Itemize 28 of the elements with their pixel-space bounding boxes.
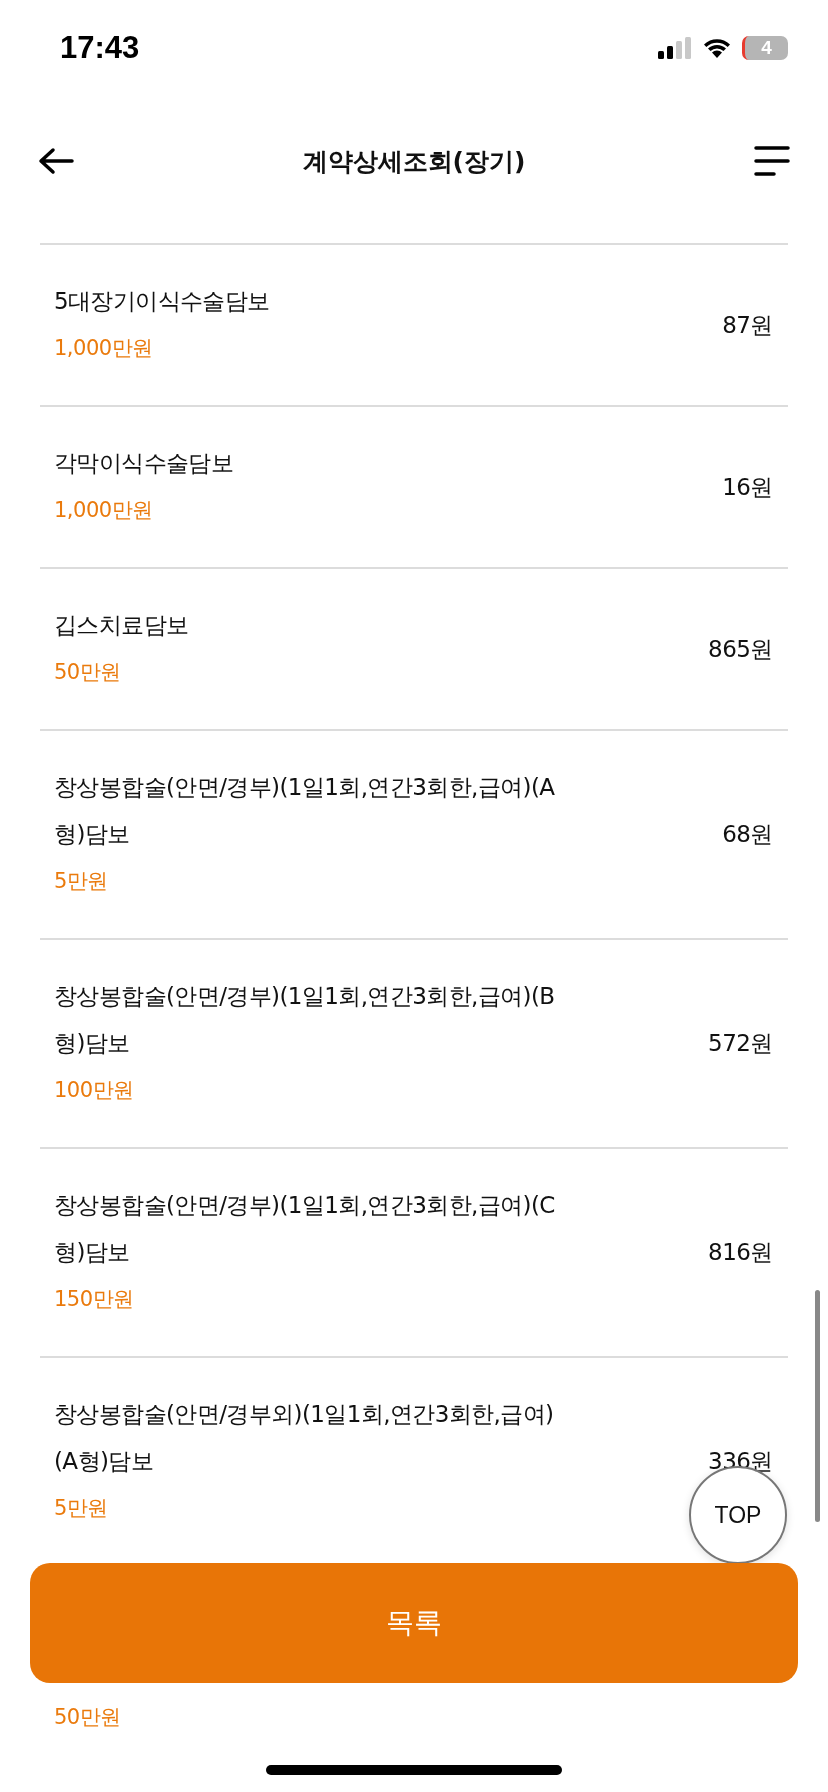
premium-amount: 816원 [708,1238,773,1267]
coverage-name: 창상봉합술(안면/경부)(1일1회,연간3회한,급여)(A형)담보 [54,773,556,849]
coverage-name: 창상봉합술(안면/경부외)(1일1회,연간3회한,급여)(A형)담보 [54,1400,555,1476]
coverage-amount: 100만원 [54,1077,135,1104]
coverage-name: 창상봉합술(안면/경부)(1일1회,연간3회한,급여)(B형)담보 [54,982,556,1058]
page-title: 계약상세조회(장기) [302,145,526,178]
coverage-amount: 50만원 [54,1704,121,1731]
coverage-amount: 5만원 [54,868,109,895]
menu-icon[interactable] [754,145,790,177]
wifi-icon [702,37,732,59]
coverage-amount: 1,000만원 [54,497,154,524]
back-arrow-icon[interactable] [38,147,74,175]
battery-icon: 4 [742,36,788,60]
premium-amount: 87원 [722,310,773,340]
coverage-amount: 1,000만원 [54,335,154,362]
coverage-amount: 150만원 [54,1286,135,1313]
status-time: 17:43 [60,30,140,66]
coverage-name: 5대장기이식수술담보 [54,287,270,316]
premium-amount: 865원 [708,634,773,664]
signal-icon [658,37,692,59]
premium-amount: 16원 [722,472,773,502]
premium-amount: 572원 [708,1029,773,1058]
coverage-name: 깁스치료담보 [54,611,189,640]
premium-amount: 68원 [722,820,773,849]
coverage-amount: 50만원 [54,659,122,686]
coverage-amount: 5만원 [54,1495,109,1522]
coverage-name: 각막이식수술담보 [54,449,234,478]
coverage-name: 창상봉합술(안면/경부)(1일1회,연간3회한,급여)(C형)담보 [54,1191,556,1267]
